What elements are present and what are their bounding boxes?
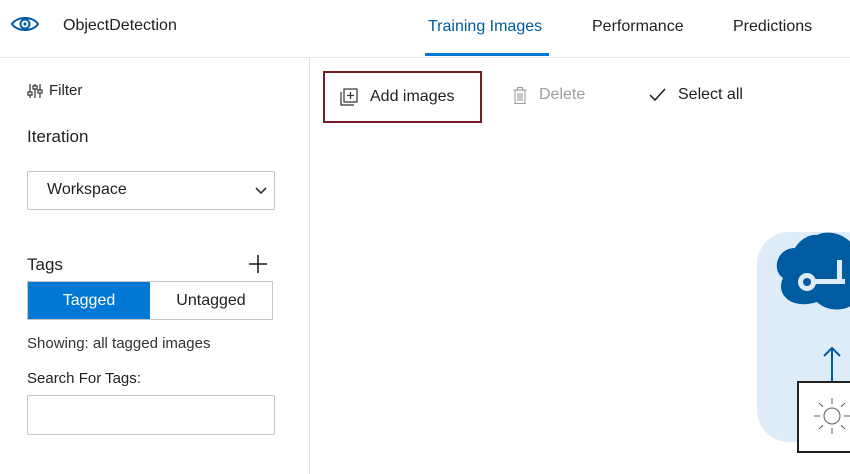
app-title: ObjectDetection <box>63 17 177 34</box>
trash-icon <box>513 86 527 104</box>
showing-text: Showing: all tagged images <box>27 335 211 352</box>
tab-training-images[interactable]: Training Images <box>428 18 542 36</box>
tab-predictions[interactable]: Predictions <box>733 18 812 36</box>
add-images-label: Add images <box>370 88 455 105</box>
add-image-icon <box>340 88 358 106</box>
filter-button[interactable]: Filter <box>27 82 82 99</box>
top-bar: ObjectDetection Training Images Performa… <box>0 0 850 58</box>
filter-label: Filter <box>49 82 83 99</box>
filter-icon <box>27 83 43 98</box>
select-all-button[interactable]: Select all <box>649 86 743 104</box>
iteration-selected-value: Workspace <box>47 181 127 198</box>
plus-icon[interactable] <box>247 253 269 275</box>
eye-logo-icon <box>10 17 40 31</box>
tag-filter-toggle: Tagged Untagged <box>27 281 273 320</box>
add-images-button[interactable]: Add images <box>323 71 482 123</box>
tagged-toggle[interactable]: Tagged <box>28 282 150 319</box>
cloud-upload-illustration <box>757 232 850 453</box>
checkmark-icon <box>649 88 666 102</box>
delete-button[interactable]: Delete <box>513 86 585 104</box>
tab-performance[interactable]: Performance <box>592 18 684 36</box>
tags-title: Tags <box>27 255 63 274</box>
chevron-down-icon <box>255 187 267 195</box>
iteration-title: Iteration <box>27 127 89 146</box>
delete-label: Delete <box>539 86 586 103</box>
select-all-label: Select all <box>678 86 743 103</box>
iteration-select[interactable]: Workspace <box>27 171 275 210</box>
search-tags-input[interactable] <box>27 395 275 435</box>
untagged-toggle[interactable]: Untagged <box>150 282 272 319</box>
sidebar: Filter Iteration Workspace Tags Tagged U… <box>0 58 310 474</box>
search-tags-label: Search For Tags: <box>27 370 141 387</box>
active-tab-indicator <box>425 53 549 56</box>
